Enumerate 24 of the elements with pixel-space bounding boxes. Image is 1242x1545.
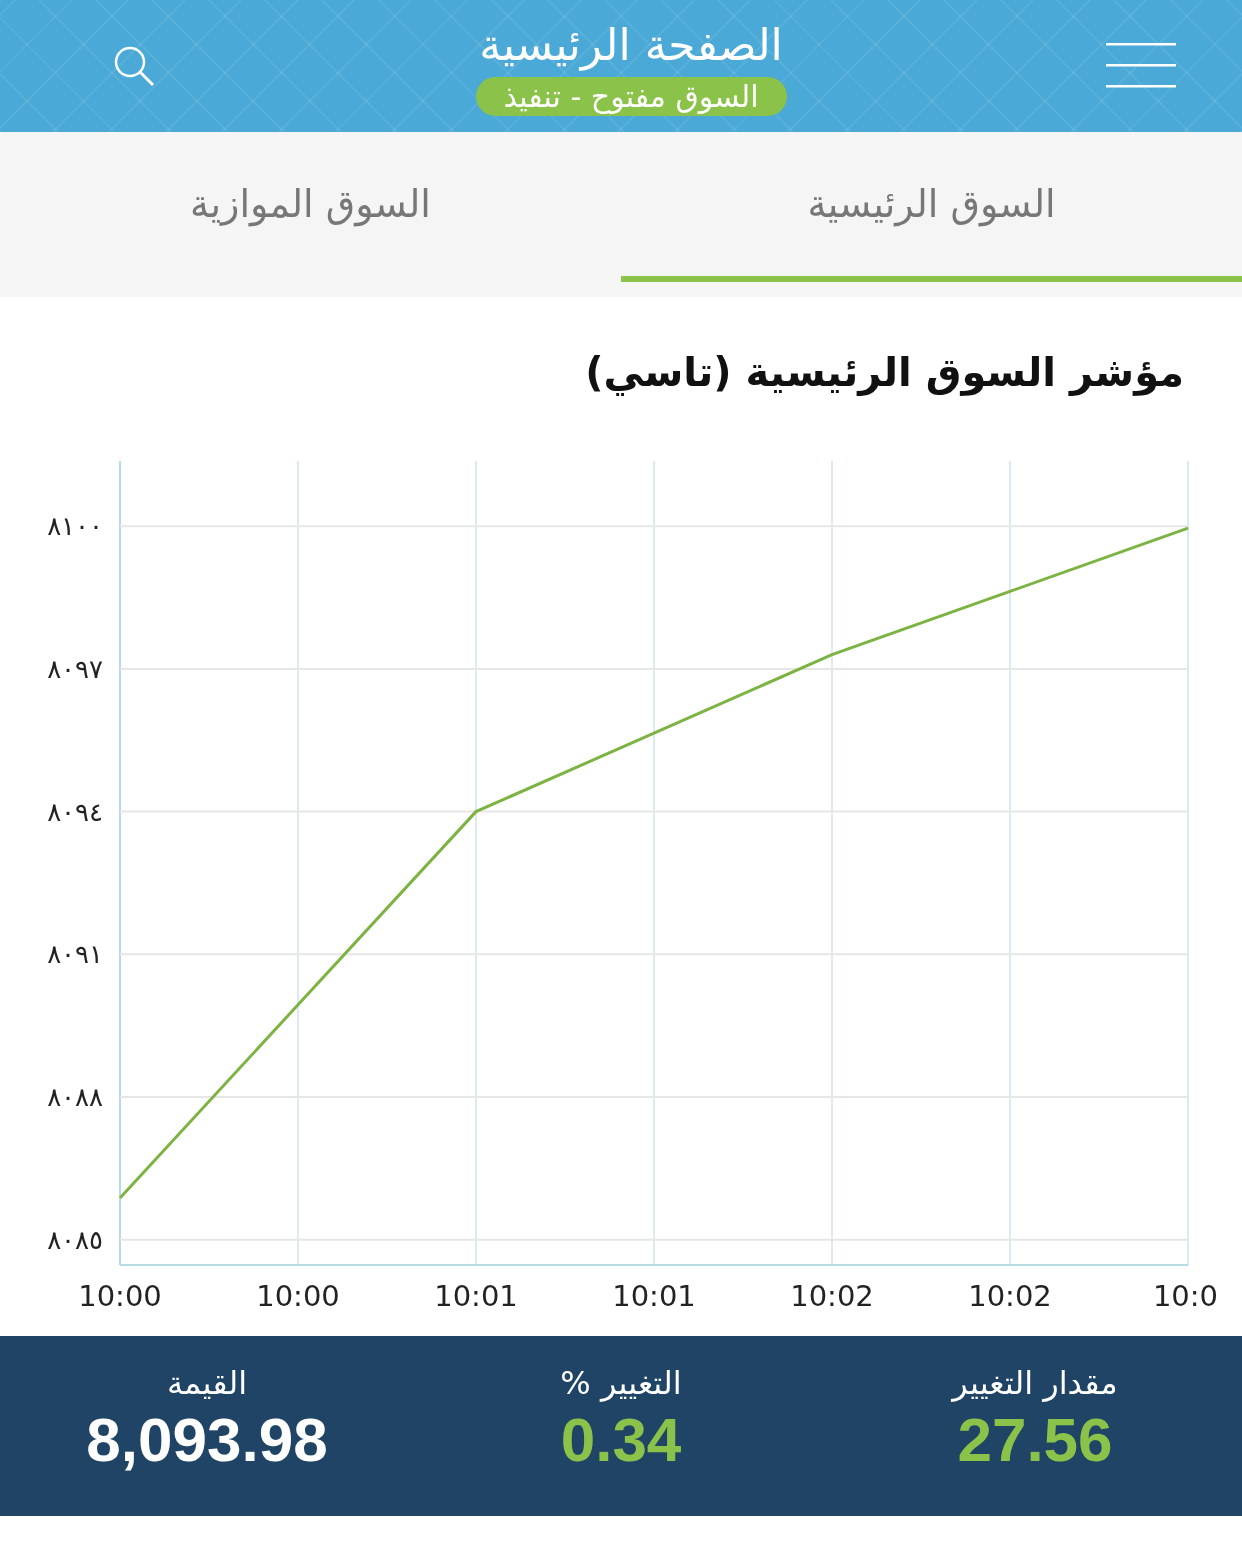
x-axis-label: 10:01 [612,1279,696,1313]
x-axis-label: 10:02 [968,1279,1052,1313]
stat-label: التغيير % [560,1364,682,1402]
stat-value: 0.34 [560,1404,682,1476]
stat-label: القيمة [166,1364,248,1402]
x-axis-label: 10:02 [790,1279,874,1313]
y-axis-label: ٨٠٩٤ [47,796,103,827]
y-axis-label: ٨٠٩١ [47,939,103,970]
x-axis-label: 10:01 [434,1279,518,1313]
stat-value: 8,093.98 [86,1404,328,1476]
market-status-badge: السوق مفتوح - تنفيذ [475,76,787,116]
menu-icon[interactable] [1106,43,1176,89]
page-title: الصفحة الرئيسية [479,17,783,73]
chart-title: مؤشر السوق الرئيسية (تاسي) [584,348,1185,398]
stat-value: 27.56 [957,1404,1113,1476]
y-axis-label: ٨٠٨٥ [47,1224,103,1255]
y-axis-label: ٨٠٩٧ [47,653,103,684]
x-axis-label: 10:00 [256,1279,340,1313]
x-axis-label: 10:0 [1152,1279,1218,1313]
y-axis-label: ٨٠٨٨ [47,1082,103,1113]
search-icon[interactable] [112,44,156,88]
x-axis-label: 10:00 [78,1279,162,1313]
y-axis-label: ٨١٠٠ [47,511,103,542]
stat-label: مقدار التغيير [952,1364,1118,1402]
